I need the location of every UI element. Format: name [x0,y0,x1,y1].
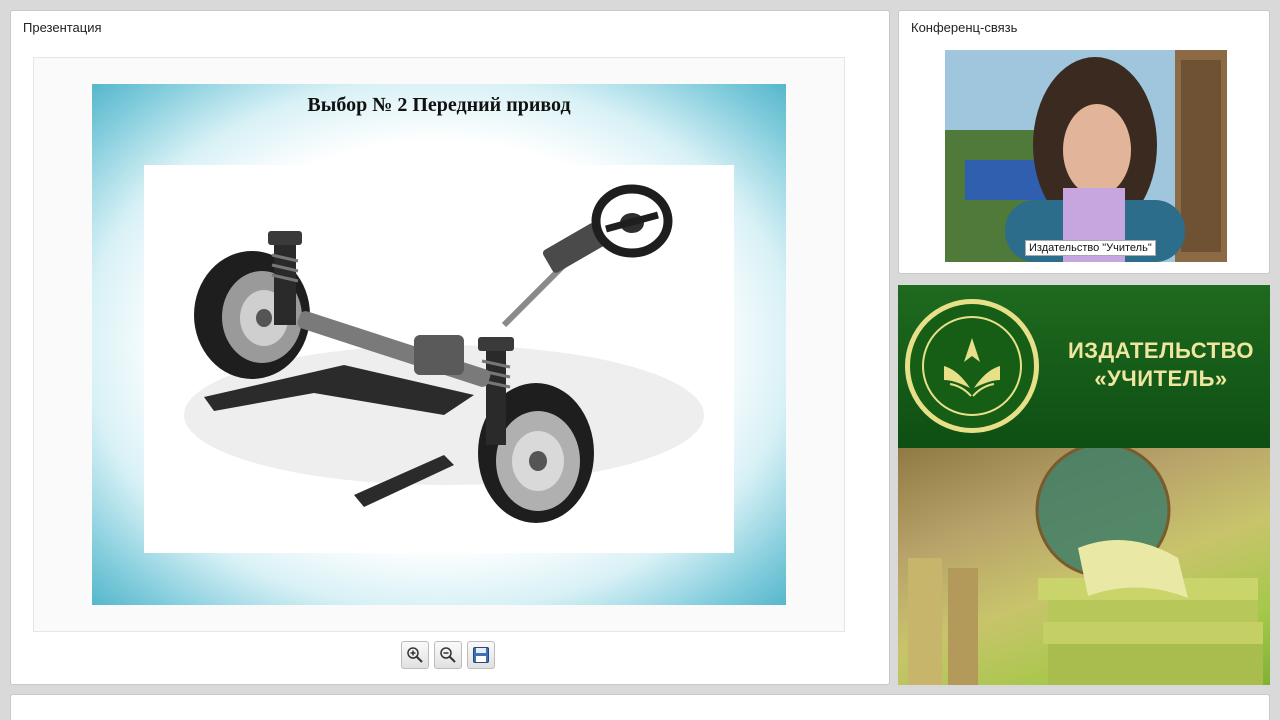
banner-image [898,448,1270,685]
conference-panel: Конференц-связь Издательство "Учитель" [898,10,1270,274]
book-emblem-icon [944,338,1000,397]
video-caption: Издательство "Учитель" [1025,240,1156,256]
publisher-name-line2: «УЧИТЕЛЬ» [1094,366,1228,391]
front-drive-illustration [144,165,734,553]
bottom-panel [10,694,1270,720]
presentation-panel-title: Презентация [23,20,102,35]
banner-header: ИЗДАТЕЛЬСТВО «УЧИТЕЛЬ» [898,285,1270,448]
slide-toolbar [401,641,495,669]
books-globe-illustration [908,448,1263,685]
zoom-out-icon [440,647,456,663]
video-feed[interactable]: Издательство "Учитель" [945,50,1227,262]
publisher-name: ИЗДАТЕЛЬСТВО «УЧИТЕЛЬ» [1056,337,1266,393]
slide: Выбор № 2 Передний привод [92,84,786,605]
speaker-video-frame [945,50,1227,262]
save-icon [473,647,489,663]
slide-title: Выбор № 2 Передний привод [307,94,571,116]
save-button[interactable] [467,641,495,669]
logo-inner-ring [922,316,1022,416]
zoom-out-button[interactable] [434,641,462,669]
zoom-in-icon [407,647,423,663]
publisher-logo [905,299,1039,433]
suspension-drawing [184,184,704,523]
zoom-in-button[interactable] [401,641,429,669]
presentation-panel: Презентация Выбор № 2 Передний привод [10,10,890,685]
slide-viewer: Выбор № 2 Передний привод [33,57,845,632]
conference-panel-title: Конференц-связь [911,20,1018,35]
publisher-name-line1: ИЗДАТЕЛЬСТВО [1067,338,1255,363]
publisher-banner: ИЗДАТЕЛЬСТВО «УЧИТЕЛЬ» [898,285,1270,685]
